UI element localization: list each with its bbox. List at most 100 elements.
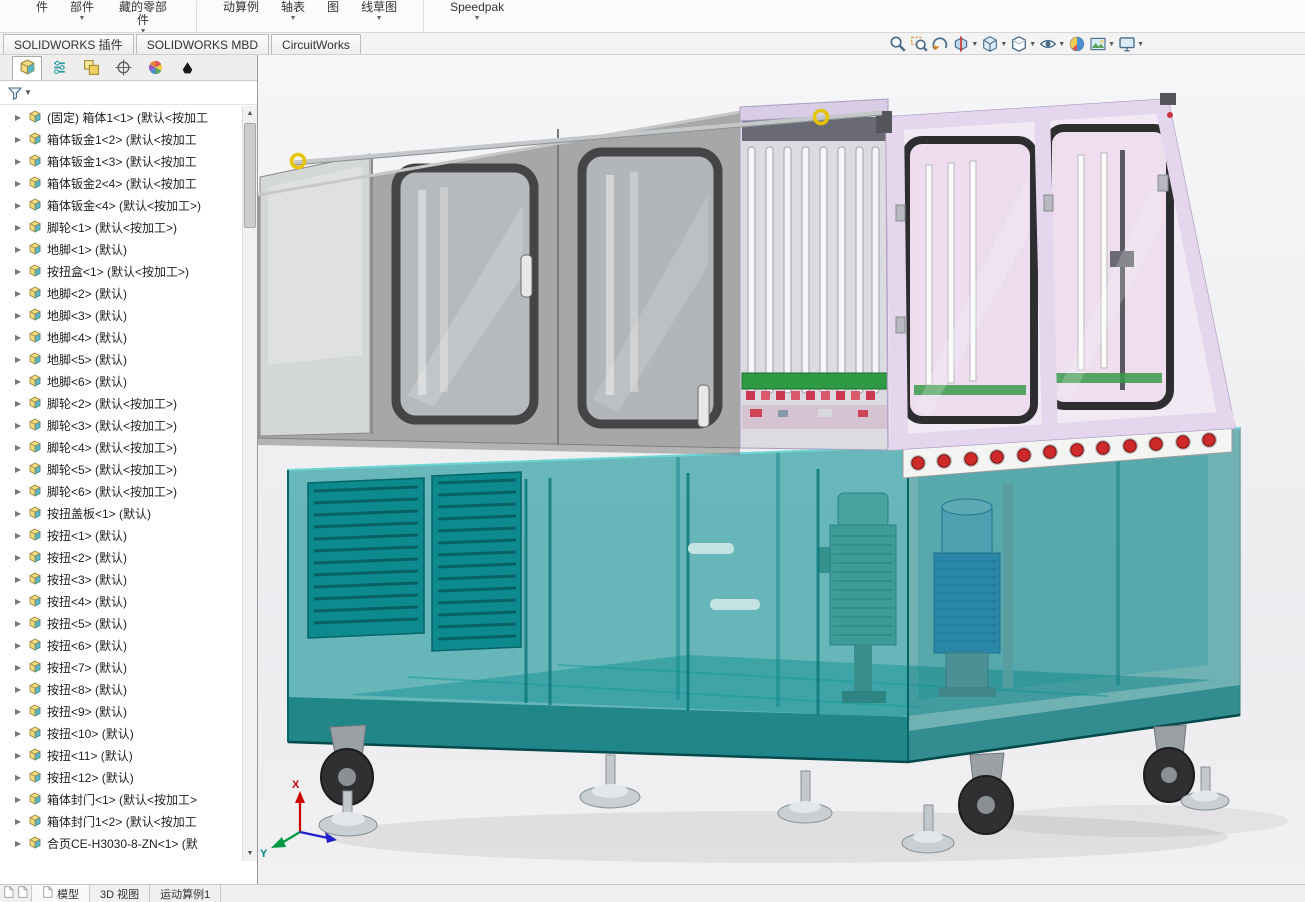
- tree-item[interactable]: ▶ 按扭<8> (默认): [0, 678, 257, 700]
- expand-arrow-icon[interactable]: ▶: [15, 817, 28, 826]
- expand-arrow-icon[interactable]: ▶: [15, 509, 28, 518]
- view-settings-button[interactable]: ▼: [1117, 34, 1145, 54]
- expand-arrow-icon[interactable]: ▶: [15, 685, 28, 694]
- tree-item[interactable]: ▶ 合页CE-H3030-8-ZN<1> (默: [0, 832, 257, 854]
- expand-arrow-icon[interactable]: ▶: [15, 487, 28, 496]
- expand-arrow-icon[interactable]: ▶: [15, 245, 28, 254]
- expand-arrow-icon[interactable]: ▶: [15, 839, 28, 848]
- panel-tab-featuremanager[interactable]: [12, 56, 42, 80]
- expand-arrow-icon[interactable]: ▶: [15, 707, 28, 716]
- ribbon-item-6[interactable]: 线草图▼: [361, 1, 397, 23]
- tree-item[interactable]: ▶ 脚轮<6> (默认<按加工>): [0, 480, 257, 502]
- document-tab-1[interactable]: 3D 视图: [90, 885, 150, 902]
- panel-tab-cam[interactable]: [172, 56, 202, 80]
- scrollbar-thumb[interactable]: [244, 123, 256, 228]
- expand-arrow-icon[interactable]: ▶: [15, 355, 28, 364]
- tree-item[interactable]: ▶ 地脚<3> (默认): [0, 304, 257, 326]
- tree-item[interactable]: ▶ 地脚<1> (默认): [0, 238, 257, 260]
- expand-arrow-icon[interactable]: ▶: [15, 421, 28, 430]
- tree-item[interactable]: ▶ 脚轮<3> (默认<按加工>): [0, 414, 257, 436]
- scroll-up-arrow[interactable]: ▲: [243, 106, 257, 121]
- tree-item[interactable]: ▶ 按扭<12> (默认): [0, 766, 257, 788]
- tree-item[interactable]: ▶ 箱体钣金1<3> (默认<按加工: [0, 150, 257, 172]
- expand-arrow-icon[interactable]: ▶: [15, 443, 28, 452]
- tree-item[interactable]: ▶ 箱体封门<1> (默认<按加工>: [0, 788, 257, 810]
- tree-scrollbar[interactable]: ▲ ▼: [242, 106, 257, 861]
- tree-item[interactable]: ▶ 按扭盒<1> (默认<按加工>): [0, 260, 257, 282]
- tree-item[interactable]: ▶ 按扭<5> (默认): [0, 612, 257, 634]
- sheet-nav-button-1[interactable]: [3, 886, 14, 901]
- expand-arrow-icon[interactable]: ▶: [15, 773, 28, 782]
- document-tab-2[interactable]: 运动算例1: [150, 885, 221, 902]
- expand-arrow-icon[interactable]: ▶: [15, 641, 28, 650]
- expand-arrow-icon[interactable]: ▶: [15, 531, 28, 540]
- ribbon-item-7[interactable]: Speedpak▼: [450, 1, 504, 23]
- graphics-viewport[interactable]: X Y: [258, 55, 1305, 884]
- previous-view-button[interactable]: [930, 34, 950, 54]
- expand-arrow-icon[interactable]: ▶: [15, 113, 28, 122]
- hide-show-items-button[interactable]: ▼: [1038, 34, 1066, 54]
- zoom-to-area-button[interactable]: [909, 34, 929, 54]
- tree-item[interactable]: ▶ 脚轮<2> (默认<按加工>): [0, 392, 257, 414]
- expand-arrow-icon[interactable]: ▶: [15, 399, 28, 408]
- tree-item[interactable]: ▶ 地脚<4> (默认): [0, 326, 257, 348]
- scroll-down-arrow[interactable]: ▼: [243, 846, 257, 861]
- expand-arrow-icon[interactable]: ▶: [15, 575, 28, 584]
- expand-arrow-icon[interactable]: ▶: [15, 135, 28, 144]
- expand-arrow-icon[interactable]: ▶: [15, 289, 28, 298]
- tree-item[interactable]: ▶ 按扭<3> (默认): [0, 568, 257, 590]
- panel-tab-dimxpertmanager[interactable]: [108, 56, 138, 80]
- ribbon-item-5[interactable]: 图: [327, 1, 339, 14]
- tree-item[interactable]: ▶ 按扭盖板<1> (默认): [0, 502, 257, 524]
- expand-arrow-icon[interactable]: ▶: [15, 795, 28, 804]
- display-style-button[interactable]: ▼: [1009, 34, 1037, 54]
- panel-tab-displaymanager[interactable]: [140, 56, 170, 80]
- zoom-to-fit-button[interactable]: [888, 34, 908, 54]
- ribbon-item-3[interactable]: 动算例: [223, 1, 259, 14]
- section-view-button[interactable]: ▼: [951, 34, 979, 54]
- expand-arrow-icon[interactable]: ▶: [15, 619, 28, 628]
- tree-item[interactable]: ▶ 箱体钣金<4> (默认<按加工>): [0, 194, 257, 216]
- document-tab-0[interactable]: 模型: [32, 885, 90, 902]
- tree-item[interactable]: ▶ 按扭<4> (默认): [0, 590, 257, 612]
- ribbon-item-1[interactable]: 部件▼: [70, 1, 94, 23]
- ribbon-item-2[interactable]: 藏的零部件▼: [116, 1, 170, 33]
- expand-arrow-icon[interactable]: ▶: [15, 597, 28, 606]
- expand-arrow-icon[interactable]: ▶: [15, 267, 28, 276]
- expand-arrow-icon[interactable]: ▶: [15, 223, 28, 232]
- tree-item[interactable]: ▶ 按扭<2> (默认): [0, 546, 257, 568]
- sheet-nav-button-2[interactable]: [17, 886, 28, 901]
- machine-3d-model[interactable]: X Y: [258, 55, 1305, 884]
- tree-item[interactable]: ▶ 箱体钣金1<2> (默认<按加工: [0, 128, 257, 150]
- panel-tab-configurationmanager[interactable]: [76, 56, 106, 80]
- view-orientation-button[interactable]: ▼: [980, 34, 1008, 54]
- expand-arrow-icon[interactable]: ▶: [15, 201, 28, 210]
- tree-item[interactable]: ▶ 地脚<6> (默认): [0, 370, 257, 392]
- tree-item[interactable]: ▶ 脚轮<1> (默认<按加工>): [0, 216, 257, 238]
- expand-arrow-icon[interactable]: ▶: [15, 465, 28, 474]
- ribbon-item-0[interactable]: 件: [36, 1, 48, 14]
- tree-item[interactable]: ▶ 脚轮<5> (默认<按加工>): [0, 458, 257, 480]
- tree-item[interactable]: ▶ 按扭<7> (默认): [0, 656, 257, 678]
- tree-item[interactable]: ▶ 按扭<11> (默认): [0, 744, 257, 766]
- apply-scene-button[interactable]: ▼: [1088, 34, 1116, 54]
- tree-item[interactable]: ▶ 地脚<2> (默认): [0, 282, 257, 304]
- tree-item[interactable]: ▶ 箱体封门1<2> (默认<按加工: [0, 810, 257, 832]
- expand-arrow-icon[interactable]: ▶: [15, 553, 28, 562]
- expand-arrow-icon[interactable]: ▶: [15, 663, 28, 672]
- expand-arrow-icon[interactable]: ▶: [15, 377, 28, 386]
- filter-button[interactable]: ▼: [6, 84, 33, 102]
- tree-item[interactable]: ▶ 地脚<5> (默认): [0, 348, 257, 370]
- tree-item[interactable]: ▶ 按扭<10> (默认): [0, 722, 257, 744]
- ribbon-tab-2[interactable]: CircuitWorks: [271, 34, 361, 54]
- expand-arrow-icon[interactable]: ▶: [15, 179, 28, 188]
- edit-appearance-button[interactable]: [1067, 34, 1087, 54]
- expand-arrow-icon[interactable]: ▶: [15, 311, 28, 320]
- panel-tab-propertymanager[interactable]: [44, 56, 74, 80]
- expand-arrow-icon[interactable]: ▶: [15, 333, 28, 342]
- tree-item[interactable]: ▶ 脚轮<4> (默认<按加工>): [0, 436, 257, 458]
- expand-arrow-icon[interactable]: ▶: [15, 157, 28, 166]
- expand-arrow-icon[interactable]: ▶: [15, 729, 28, 738]
- tree-item[interactable]: ▶ 按扭<6> (默认): [0, 634, 257, 656]
- ribbon-tab-0[interactable]: SOLIDWORKS 插件: [3, 34, 134, 54]
